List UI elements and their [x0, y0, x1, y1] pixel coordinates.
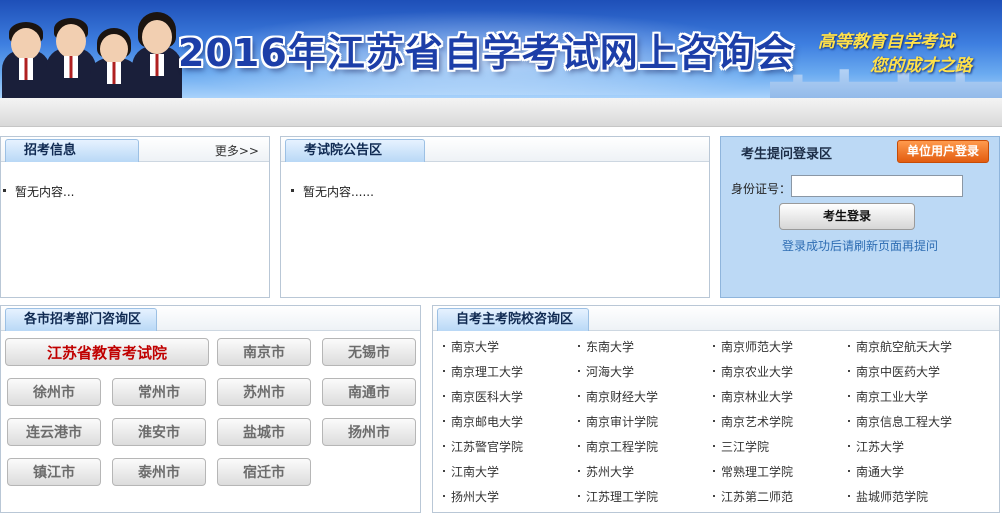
university-link[interactable]: 南京理工大学 — [442, 363, 523, 380]
university-link[interactable]: 苏州大学 — [577, 463, 634, 480]
university-link[interactable]: 南京林业大学 — [712, 388, 793, 405]
city-button-xuzhou[interactable]: 徐州市 — [7, 378, 101, 406]
university-link[interactable]: 江南大学 — [442, 463, 499, 480]
city-button-wuxi[interactable]: 无锡市 — [322, 338, 416, 366]
university-link[interactable]: 江苏理工学院 — [577, 488, 658, 505]
city-button-nanjing[interactable]: 南京市 — [217, 338, 311, 366]
panel-title: 考试院公告区 — [285, 139, 425, 162]
panel-header: 招考信息 更多>> — [1, 137, 269, 162]
more-link[interactable]: 更多>> — [215, 142, 259, 159]
university-link[interactable]: 南京邮电大学 — [442, 413, 523, 430]
city-button-changzhou[interactable]: 常州市 — [112, 378, 206, 406]
header-banner: 2016年江苏省自学考试网上咨询会 高等教育自学考试 您的成才之路 — [0, 0, 1002, 98]
city-button-suqian[interactable]: 宿迁市 — [217, 458, 311, 486]
banner-slogan-line1: 高等教育自学考试 — [818, 32, 954, 52]
university-link[interactable]: 常熟理工学院 — [712, 463, 793, 480]
university-link[interactable]: 江苏第二师范 — [712, 488, 793, 505]
banner-title: 2016年江苏省自学考试网上咨询会 — [178, 31, 795, 75]
university-link[interactable]: 东南大学 — [577, 338, 634, 355]
city-button-yangzhou[interactable]: 扬州市 — [322, 418, 416, 446]
panel-header: 自考主考院校咨询区 — [433, 306, 999, 331]
empty-content-text: 暂无内容...... — [291, 185, 374, 199]
university-link[interactable]: 三江学院 — [712, 438, 769, 455]
city-button-suzhou[interactable]: 苏州市 — [217, 378, 311, 406]
city-consultation-panel: 各市招考部门咨询区 江苏省教育考试院 南京市 无锡市 徐州市 常州市 苏州市 南… — [0, 305, 421, 513]
city-button-taizhou[interactable]: 泰州市 — [112, 458, 206, 486]
login-panel-title: 考生提问登录区 — [741, 147, 833, 162]
university-link[interactable]: 南京医科大学 — [442, 388, 523, 405]
city-button-yancheng[interactable]: 盐城市 — [217, 418, 311, 446]
university-link[interactable]: 扬州大学 — [442, 488, 499, 505]
id-number-label: 身份证号： — [731, 182, 792, 196]
student-figure — [90, 26, 138, 98]
university-link[interactable]: 南京大学 — [442, 338, 499, 355]
university-link[interactable]: 南京审计学院 — [577, 413, 658, 430]
university-link[interactable]: 南京工程学院 — [577, 438, 658, 455]
city-button-zhenjiang[interactable]: 镇江市 — [7, 458, 101, 486]
student-figure — [46, 14, 96, 98]
panel-header: 各市招考部门咨询区 — [1, 306, 420, 331]
panel-title: 各市招考部门咨询区 — [5, 308, 157, 331]
student-login-button[interactable]: 考生登录 — [779, 203, 915, 230]
banner-slogan-line2: 您的成才之路 — [870, 56, 972, 76]
university-link[interactable]: 南京中医药大学 — [847, 363, 940, 380]
university-link[interactable]: 江苏警官学院 — [442, 438, 523, 455]
student-login-panel: 考生提问登录区 单位用户登录 身份证号： 考生登录 登录成功后请刷新页面再提问 — [720, 136, 1000, 298]
university-link[interactable]: 南京财经大学 — [577, 388, 658, 405]
university-link[interactable]: 南京航空航天大学 — [847, 338, 952, 355]
panel-title: 招考信息 — [5, 139, 139, 162]
student-figure — [2, 18, 50, 98]
university-link[interactable]: 南京师范大学 — [712, 338, 793, 355]
university-link[interactable]: 江苏大学 — [847, 438, 904, 455]
id-number-input[interactable] — [791, 175, 963, 197]
university-link[interactable]: 盐城师范学院 — [847, 488, 928, 505]
university-link[interactable]: 南京工业大学 — [847, 388, 928, 405]
unit-user-login-button[interactable]: 单位用户登录 — [897, 140, 989, 163]
panel-header: 考试院公告区 — [281, 137, 709, 162]
panel-title: 自考主考院校咨询区 — [437, 308, 589, 331]
city-button-nantong[interactable]: 南通市 — [322, 378, 416, 406]
student-figure — [132, 10, 182, 98]
university-link[interactable]: 南通大学 — [847, 463, 904, 480]
university-link[interactable]: 南京信息工程大学 — [847, 413, 952, 430]
recruit-info-panel: 招考信息 更多>> 暂无内容... — [0, 136, 270, 298]
empty-content-text: 暂无内容... — [2, 185, 75, 199]
university-link[interactable]: 南京农业大学 — [712, 363, 793, 380]
university-link[interactable]: 南京艺术学院 — [712, 413, 793, 430]
city-button-provincial-exam-institute[interactable]: 江苏省教育考试院 — [5, 338, 209, 366]
city-button-lianyungang[interactable]: 连云港市 — [7, 418, 101, 446]
notice-panel: 考试院公告区 暂无内容...... — [280, 136, 710, 298]
university-link[interactable]: 河海大学 — [577, 363, 634, 380]
city-button-huaian[interactable]: 淮安市 — [112, 418, 206, 446]
university-consultation-panel: 自考主考院校咨询区 南京大学 东南大学 南京师范大学 南京航空航天大学南京理工大学 河海… — [432, 305, 1000, 513]
login-hint-text: 登录成功后请刷新页面再提问 — [781, 239, 938, 253]
navigation-bar — [0, 98, 1002, 127]
